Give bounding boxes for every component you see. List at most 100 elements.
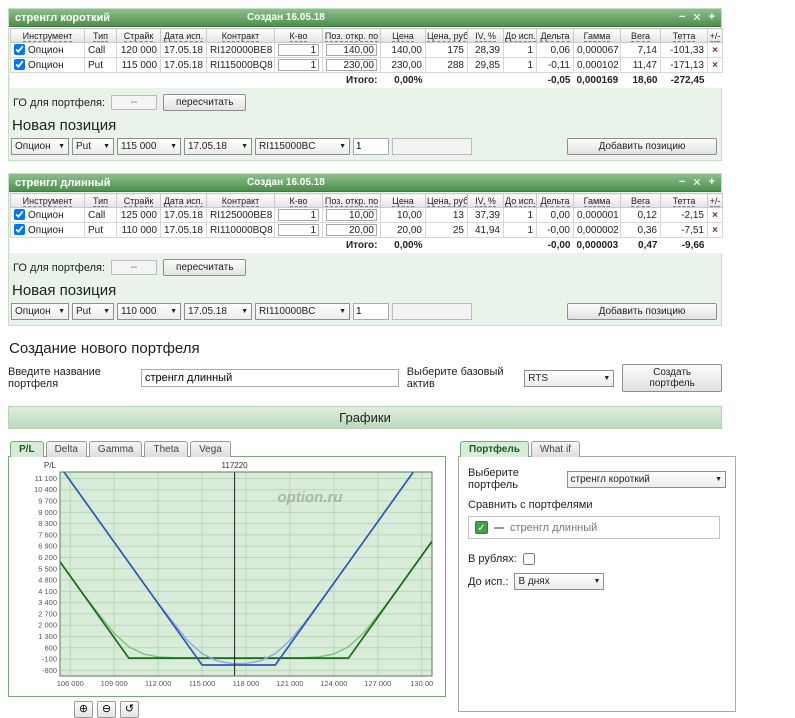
- add-position-button[interactable]: Добавить позицию: [567, 303, 717, 320]
- tab-vega[interactable]: Vega: [190, 441, 231, 457]
- days-select-value: В днях: [518, 576, 550, 587]
- qty-input[interactable]: 1: [278, 224, 319, 236]
- column-header[interactable]: Цена: [380, 28, 426, 43]
- column-header[interactable]: До исп.: [503, 28, 537, 43]
- zoom-reset-icon[interactable]: ↺: [120, 701, 139, 718]
- strike-select[interactable]: 115 000 ▼: [117, 138, 181, 155]
- column-header[interactable]: Дельта: [536, 28, 574, 43]
- minimize-icon[interactable]: −: [679, 176, 685, 189]
- recalculate-button[interactable]: пересчитать: [163, 259, 247, 276]
- add-icon[interactable]: +: [709, 176, 715, 189]
- price-rub-cell: 13: [425, 207, 468, 223]
- column-header[interactable]: IV, %: [467, 193, 504, 208]
- new-qty-input[interactable]: [353, 303, 389, 320]
- column-header[interactable]: До исп.: [503, 193, 537, 208]
- column-header[interactable]: Дата исп.: [160, 28, 207, 43]
- portfolio-name-input[interactable]: [140, 369, 399, 387]
- new-price-input[interactable]: [392, 303, 472, 320]
- date-select[interactable]: 17.05.18 ▼: [184, 138, 252, 155]
- instrument-select[interactable]: Опцион ▼: [11, 138, 69, 155]
- days-select[interactable]: В днях ▼: [514, 573, 605, 590]
- column-header[interactable]: Инструмент: [10, 193, 85, 208]
- close-icon[interactable]: ✕: [692, 11, 701, 24]
- close-icon[interactable]: ✕: [692, 176, 701, 189]
- column-header[interactable]: Вега: [620, 28, 661, 43]
- delete-position-icon[interactable]: ×: [707, 57, 723, 73]
- y-tick-label: 11 100: [35, 474, 57, 483]
- rubles-checkbox[interactable]: [522, 553, 535, 565]
- base-asset-select-value: RTS: [528, 372, 549, 384]
- column-header[interactable]: Цена, руб.: [425, 28, 468, 43]
- option-type-select[interactable]: Put ▼: [72, 303, 114, 320]
- column-header[interactable]: Страйк: [116, 28, 161, 43]
- contract-select[interactable]: RI110000BC ▼: [255, 303, 350, 320]
- column-header[interactable]: Гамма: [573, 193, 621, 208]
- column-header[interactable]: +/-: [707, 28, 723, 43]
- column-header[interactable]: IV, %: [467, 28, 504, 43]
- gamma-cell: 0,000067: [573, 42, 621, 58]
- column-header[interactable]: Вега: [620, 193, 661, 208]
- delete-position-icon[interactable]: ×: [707, 222, 723, 238]
- create-portfolio-button[interactable]: Создать портфель: [622, 364, 723, 392]
- column-header[interactable]: +/-: [707, 193, 723, 208]
- compare-checkbox[interactable]: ✓: [475, 521, 488, 534]
- position-enabled-checkbox[interactable]: [14, 209, 25, 220]
- tab-what-if[interactable]: What if: [530, 441, 580, 457]
- type-cell: Call: [84, 207, 117, 223]
- base-asset-select[interactable]: RTS ▼: [524, 369, 615, 387]
- option-type-select[interactable]: Put ▼: [72, 138, 114, 155]
- column-header[interactable]: Поз. откр. по: [322, 193, 381, 208]
- new-price-input[interactable]: [392, 138, 472, 155]
- column-header[interactable]: Тетта: [660, 193, 708, 208]
- date-select[interactable]: 17.05.18 ▼: [184, 303, 252, 320]
- tab-delta[interactable]: Delta: [45, 441, 87, 457]
- column-header[interactable]: Дата исп.: [160, 193, 207, 208]
- tab-gamma[interactable]: Gamma: [88, 441, 143, 457]
- qty-input[interactable]: 1: [278, 44, 319, 56]
- open-price-input[interactable]: 230,00: [326, 59, 377, 71]
- open-price-input[interactable]: 10,00: [326, 209, 377, 221]
- zoom-in-icon[interactable]: ⊕: [74, 701, 93, 718]
- column-header[interactable]: Цена: [380, 193, 426, 208]
- column-header[interactable]: Контракт: [206, 28, 275, 43]
- add-position-button[interactable]: Добавить позицию: [567, 138, 717, 155]
- totals-theta: -9,66: [660, 237, 708, 253]
- x-tick-label: 127 000: [364, 679, 391, 688]
- column-header[interactable]: Дельта: [536, 193, 574, 208]
- column-header[interactable]: Контракт: [206, 193, 275, 208]
- tab-pl[interactable]: P/L: [10, 441, 44, 457]
- delete-position-icon[interactable]: ×: [707, 42, 723, 58]
- open-price-input[interactable]: 140,00: [326, 44, 377, 56]
- strike-select[interactable]: 110 000 ▼: [117, 303, 181, 320]
- tab-theta[interactable]: Theta: [144, 441, 189, 457]
- column-header[interactable]: К-во: [274, 28, 323, 43]
- column-header[interactable]: Поз. откр. по: [322, 28, 381, 43]
- column-header[interactable]: Страйк: [116, 193, 161, 208]
- contract-cell: RI110000BQ8: [206, 222, 275, 238]
- position-enabled-checkbox[interactable]: [14, 224, 25, 235]
- recalculate-button[interactable]: пересчитать: [163, 94, 247, 111]
- instrument-select[interactable]: Опцион ▼: [11, 303, 69, 320]
- contract-select[interactable]: RI115000BC ▼: [255, 138, 350, 155]
- y-tick-label: 4 100: [38, 587, 57, 596]
- totals-delta: -0,05: [536, 72, 574, 88]
- zoom-out-icon[interactable]: ⊖: [97, 701, 116, 718]
- tab-portfolio[interactable]: Портфель: [460, 441, 529, 457]
- column-header[interactable]: Гамма: [573, 28, 621, 43]
- column-header[interactable]: Тип: [84, 28, 117, 43]
- position-enabled-checkbox[interactable]: [14, 59, 25, 70]
- new-qty-input[interactable]: [353, 138, 389, 155]
- minimize-icon[interactable]: −: [679, 11, 685, 24]
- add-icon[interactable]: +: [709, 11, 715, 24]
- chart-portfolio-select[interactable]: стренгл короткий ▼: [566, 470, 726, 488]
- qty-input[interactable]: 1: [278, 209, 319, 221]
- column-header[interactable]: Тетта: [660, 28, 708, 43]
- position-enabled-checkbox[interactable]: [14, 44, 25, 55]
- delete-position-icon[interactable]: ×: [707, 207, 723, 223]
- column-header[interactable]: Цена, руб.: [425, 193, 468, 208]
- column-header[interactable]: К-во: [274, 193, 323, 208]
- qty-input[interactable]: 1: [278, 59, 319, 71]
- column-header[interactable]: Инструмент: [10, 28, 85, 43]
- column-header[interactable]: Тип: [84, 193, 117, 208]
- open-price-input[interactable]: 20,00: [326, 224, 377, 236]
